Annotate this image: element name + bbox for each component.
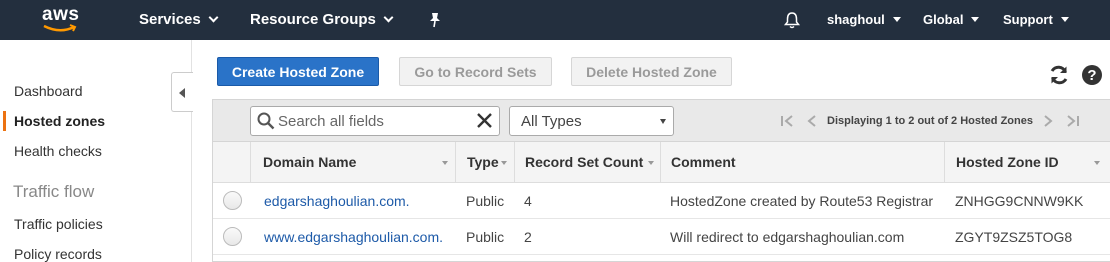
pager-text: Displaying 1 to 2 out of 2 Hosted Zones (827, 115, 1033, 127)
create-hosted-zone-button[interactable]: Create Hosted Zone (217, 57, 379, 86)
column-label: Comment (671, 154, 736, 170)
count-cell: 4 (524, 193, 532, 209)
active-indicator (3, 111, 6, 131)
sidebar-item-policy-records[interactable]: Policy records (14, 246, 102, 262)
pagination: Displaying 1 to 2 out of 2 Hosted Zones (779, 112, 1081, 130)
column-divider (514, 142, 515, 182)
column-hosted-zone-id[interactable]: Hosted Zone ID (956, 142, 1106, 182)
first-page-icon[interactable] (779, 114, 795, 128)
search-icon (257, 112, 275, 130)
sort-icon (501, 161, 507, 165)
close-icon[interactable] (476, 112, 493, 129)
column-label: Domain Name (263, 154, 357, 170)
type-select-value: All Types (521, 113, 582, 130)
aws-logo[interactable]: aws (42, 4, 86, 36)
next-page-icon[interactable] (1041, 114, 1055, 128)
type-cell: Public (466, 229, 505, 245)
column-divider (455, 142, 456, 182)
column-label: Hosted Zone ID (956, 154, 1059, 170)
sidebar-item-dashboard[interactable]: Dashboard (14, 83, 83, 99)
sort-icon (1094, 161, 1100, 165)
zone-id-cell: ZGYT9ZSZ5TOG8 (955, 229, 1073, 245)
pin-icon[interactable] (428, 12, 442, 28)
resource-groups-label: Resource Groups (250, 11, 376, 28)
sidebar-item-health-checks[interactable]: Health checks (14, 143, 102, 159)
hosted-zones-table: All Types Displaying 1 to 2 out of 2 Hos… (212, 99, 1110, 262)
region-label: Global (923, 12, 964, 27)
support-menu[interactable]: Support (1003, 12, 1069, 27)
chevron-down-icon (208, 12, 219, 22)
filter-bar: All Types Displaying 1 to 2 out of 2 Hos… (213, 100, 1110, 142)
count-cell: 2 (524, 229, 532, 245)
row-radio[interactable] (223, 227, 242, 246)
table-row[interactable]: www.edgarshaghoulian.com. Public 2 Will … (213, 219, 1110, 255)
sidebar: Dashboard Hosted zones Health checks Tra… (0, 40, 192, 262)
chevron-down-icon (383, 12, 394, 22)
zone-id-cell: ZNHGG9CNNW9KK (955, 193, 1084, 209)
column-domain-name[interactable]: Domain Name (263, 142, 453, 182)
top-nav: aws Services Resource Groups shaghoul Gl… (0, 0, 1110, 40)
sidebar-item-hosted-zones[interactable]: Hosted zones (14, 113, 105, 129)
type-cell: Public (466, 193, 505, 209)
search-input[interactable] (278, 110, 468, 132)
bell-icon[interactable] (783, 11, 801, 29)
support-label: Support (1003, 12, 1053, 27)
column-divider (250, 142, 251, 182)
column-type[interactable]: Type (467, 142, 513, 182)
user-label: shaghoul (827, 12, 885, 27)
column-label: Type (467, 154, 499, 170)
table-header: Domain Name Type Record Set Count Commen… (213, 142, 1110, 183)
sidebar-collapse-button[interactable] (171, 72, 193, 112)
type-select[interactable]: All Types (509, 106, 674, 136)
region-menu[interactable]: Global (923, 12, 980, 27)
aws-smile-icon (43, 24, 77, 32)
column-comment[interactable]: Comment (671, 142, 941, 182)
help-icon[interactable]: ? (1082, 65, 1102, 85)
column-record-set-count[interactable]: Record Set Count (525, 142, 659, 182)
row-radio[interactable] (223, 191, 242, 210)
user-menu[interactable]: shaghoul (827, 12, 901, 27)
comment-cell: Will redirect to edgarshaghoulian.com (670, 229, 905, 245)
column-divider (660, 142, 661, 182)
domain-link[interactable]: edgarshaghoulian.com. (264, 193, 410, 209)
sort-icon (648, 161, 654, 165)
last-page-icon[interactable] (1065, 114, 1081, 128)
services-menu[interactable]: Services (139, 11, 219, 28)
domain-link[interactable]: www.edgarshaghoulian.com. (264, 229, 443, 245)
sidebar-item-traffic-policies[interactable]: Traffic policies (14, 216, 103, 232)
caret-down-icon (1060, 17, 1069, 23)
delete-hosted-zone-button[interactable]: Delete Hosted Zone (571, 57, 732, 86)
sidebar-section-traffic-flow: Traffic flow (13, 182, 95, 201)
caret-down-icon (892, 17, 901, 23)
go-to-record-sets-button[interactable]: Go to Record Sets (399, 57, 552, 86)
caret-down-icon (660, 119, 666, 124)
search-box[interactable] (250, 106, 500, 136)
comment-cell: HostedZone created by Route53 Registrar (670, 193, 934, 209)
refresh-icon[interactable] (1048, 64, 1070, 86)
resource-groups-menu[interactable]: Resource Groups (250, 11, 394, 28)
aws-logo-text: aws (42, 4, 80, 25)
column-label: Record Set Count (525, 154, 644, 170)
caret-down-icon (971, 17, 980, 23)
sort-icon (442, 161, 448, 165)
column-divider (944, 142, 945, 182)
services-label: Services (139, 11, 201, 28)
table-row[interactable]: edgarshaghoulian.com. Public 4 HostedZon… (213, 183, 1110, 219)
prev-page-icon[interactable] (805, 114, 819, 128)
